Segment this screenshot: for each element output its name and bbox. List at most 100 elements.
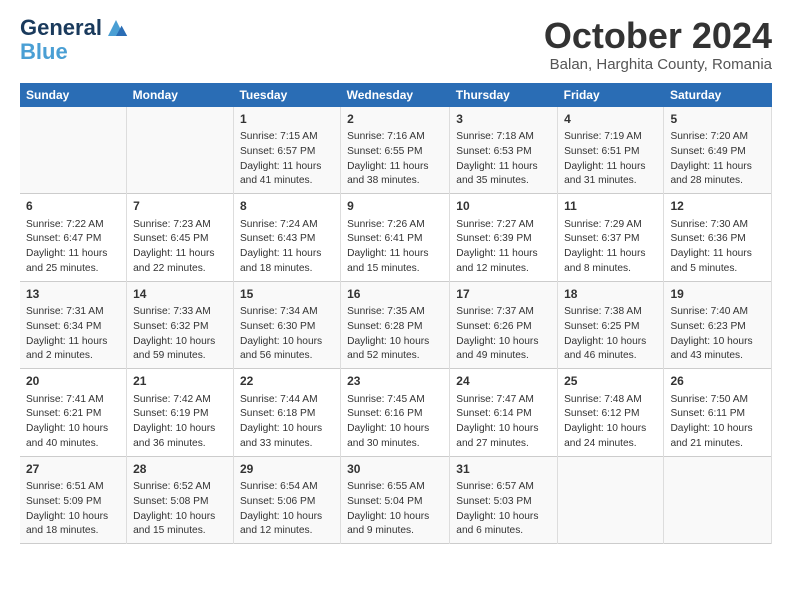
day-number: 1 xyxy=(240,111,334,128)
day-number: 8 xyxy=(240,198,334,215)
day-info: Sunset: 6:23 PM xyxy=(670,320,765,335)
day-info: Sunset: 6:11 PM xyxy=(670,407,765,422)
table-row: 28Sunrise: 6:52 AMSunset: 5:08 PMDayligh… xyxy=(127,456,234,544)
day-info: Sunrise: 7:40 AM xyxy=(670,305,765,320)
day-info: Sunset: 6:21 PM xyxy=(26,407,120,422)
day-info: Daylight: 11 hours and 18 minutes. xyxy=(240,247,334,277)
day-number: 13 xyxy=(26,286,120,303)
day-info: Sunset: 6:18 PM xyxy=(240,407,334,422)
day-info: Sunrise: 7:27 AM xyxy=(456,218,551,233)
day-info: Sunset: 5:03 PM xyxy=(456,495,551,510)
table-row: 13Sunrise: 7:31 AMSunset: 6:34 PMDayligh… xyxy=(20,281,127,369)
table-row: 1 Sunrise: 7:15 AMSunset: 6:57 PMDaylight… xyxy=(233,107,340,194)
day-info: Sunrise: 6:57 AM xyxy=(456,480,551,495)
week-row: 1Sunrise: 7:15 AMSunset: 6:57 PMDaylight… xyxy=(20,107,772,194)
day-info: Daylight: 11 hours and 38 minutes. xyxy=(347,160,443,190)
table-row: 21Sunrise: 7:42 AMSunset: 6:19 PMDayligh… xyxy=(127,369,234,457)
col-thursday: Thursday xyxy=(450,83,558,107)
table-row: 2Sunrise: 7:16 AMSunset: 6:55 PMDaylight… xyxy=(341,107,450,194)
table-row: 22Sunrise: 7:44 AMSunset: 6:18 PMDayligh… xyxy=(233,369,340,457)
day-info: Daylight: 10 hours and 46 minutes. xyxy=(564,335,657,365)
table-row: 12Sunrise: 7:30 AMSunset: 6:36 PMDayligh… xyxy=(664,194,772,282)
day-info: Daylight: 11 hours and 12 minutes. xyxy=(456,247,551,277)
table-row: 24Sunrise: 7:47 AMSunset: 6:14 PMDayligh… xyxy=(450,369,558,457)
table-row: 17Sunrise: 7:37 AMSunset: 6:26 PMDayligh… xyxy=(450,281,558,369)
table-row: 3Sunrise: 7:18 AMSunset: 6:53 PMDaylight… xyxy=(450,107,558,194)
day-info: Sunrise: 7:16 AM xyxy=(347,130,443,145)
day-info: Daylight: 10 hours and 33 minutes. xyxy=(240,422,334,452)
day-info: Sunset: 6:25 PM xyxy=(564,320,657,335)
day-info: Sunrise: 7:37 AM xyxy=(456,305,551,320)
day-info: Daylight: 10 hours and 9 minutes. xyxy=(347,510,443,540)
day-info: Sunset: 6:57 PM xyxy=(240,145,334,160)
logo-text-blue: Blue xyxy=(20,39,68,64)
day-number: 29 xyxy=(240,461,334,478)
day-info: Sunset: 6:19 PM xyxy=(133,407,227,422)
table-row: 14Sunrise: 7:33 AMSunset: 6:32 PMDayligh… xyxy=(127,281,234,369)
day-info: Sunset: 6:43 PM xyxy=(240,232,334,247)
day-info: Daylight: 11 hours and 2 minutes. xyxy=(26,335,120,365)
day-info: Sunset: 6:37 PM xyxy=(564,232,657,247)
day-info: Sunrise: 7:50 AM xyxy=(670,393,765,408)
table-row: 26Sunrise: 7:50 AMSunset: 6:11 PMDayligh… xyxy=(664,369,772,457)
day-info: Sunset: 6:28 PM xyxy=(347,320,443,335)
day-info: Daylight: 10 hours and 59 minutes. xyxy=(133,335,227,365)
day-info: Daylight: 10 hours and 40 minutes. xyxy=(26,422,120,452)
day-info: Sunrise: 7:24 AM xyxy=(240,218,334,233)
table-row: 29Sunrise: 6:54 AMSunset: 5:06 PMDayligh… xyxy=(233,456,340,544)
day-info: Daylight: 11 hours and 22 minutes. xyxy=(133,247,227,277)
day-info: Daylight: 10 hours and 36 minutes. xyxy=(133,422,227,452)
month-title: October 2024 xyxy=(544,16,772,56)
day-info: Sunset: 6:26 PM xyxy=(456,320,551,335)
page: General Blue October 2024 Balan, Harghit… xyxy=(0,0,792,554)
day-info: Daylight: 10 hours and 52 minutes. xyxy=(347,335,443,365)
day-info: Sunset: 6:39 PM xyxy=(456,232,551,247)
day-info: Sunrise: 7:33 AM xyxy=(133,305,227,320)
day-info: Sunset: 6:49 PM xyxy=(670,145,765,160)
day-number: 3 xyxy=(456,111,551,128)
day-info: Sunset: 6:45 PM xyxy=(133,232,227,247)
table-row: 30Sunrise: 6:55 AMSunset: 5:04 PMDayligh… xyxy=(341,456,450,544)
day-info: Daylight: 11 hours and 35 minutes. xyxy=(456,160,551,190)
day-info: Sunrise: 7:20 AM xyxy=(670,130,765,145)
day-info: Sunrise: 6:51 AM xyxy=(26,480,120,495)
week-row: 13Sunrise: 7:31 AMSunset: 6:34 PMDayligh… xyxy=(20,281,772,369)
day-info: Sunrise: 7:38 AM xyxy=(564,305,657,320)
day-info: Sunrise: 7:15 AM xyxy=(240,130,334,145)
col-tuesday: Tuesday xyxy=(233,83,340,107)
day-number: 18 xyxy=(564,286,657,303)
day-info: Daylight: 10 hours and 6 minutes. xyxy=(456,510,551,540)
table-row: 7Sunrise: 7:23 AMSunset: 6:45 PMDaylight… xyxy=(127,194,234,282)
day-info: Daylight: 10 hours and 18 minutes. xyxy=(26,510,120,540)
day-number: 14 xyxy=(133,286,227,303)
col-sunday: Sunday xyxy=(20,83,127,107)
day-info: Daylight: 10 hours and 49 minutes. xyxy=(456,335,551,365)
col-friday: Friday xyxy=(558,83,664,107)
day-info: Sunrise: 7:29 AM xyxy=(564,218,657,233)
day-info: Daylight: 11 hours and 28 minutes. xyxy=(670,160,765,190)
day-info: Sunset: 6:41 PM xyxy=(347,232,443,247)
table-row: 31Sunrise: 6:57 AMSunset: 5:03 PMDayligh… xyxy=(450,456,558,544)
table-row: 20Sunrise: 7:41 AMSunset: 6:21 PMDayligh… xyxy=(20,369,127,457)
day-info: Sunrise: 7:47 AM xyxy=(456,393,551,408)
col-saturday: Saturday xyxy=(664,83,772,107)
table-row xyxy=(127,107,234,194)
table-row: 5 Sunrise: 7:20 AMSunset: 6:49 PMDaylight… xyxy=(664,107,772,194)
day-info: Daylight: 11 hours and 15 minutes. xyxy=(347,247,443,277)
day-info: Daylight: 11 hours and 31 minutes. xyxy=(564,160,657,190)
day-number: 20 xyxy=(26,373,120,390)
day-info: Sunset: 5:08 PM xyxy=(133,495,227,510)
day-info: Sunset: 5:09 PM xyxy=(26,495,120,510)
table-row: 23Sunrise: 7:45 AMSunset: 6:16 PMDayligh… xyxy=(341,369,450,457)
day-info: Sunrise: 7:44 AM xyxy=(240,393,334,408)
week-row: 27Sunrise: 6:51 AMSunset: 5:09 PMDayligh… xyxy=(20,456,772,544)
day-info: Sunrise: 7:34 AM xyxy=(240,305,334,320)
logo: General Blue xyxy=(20,16,128,64)
day-info: Daylight: 11 hours and 25 minutes. xyxy=(26,247,120,277)
day-info: Sunrise: 7:42 AM xyxy=(133,393,227,408)
table-row: 8 Sunrise: 7:24 AMSunset: 6:43 PMDaylight… xyxy=(233,194,340,282)
day-number: 5 xyxy=(670,111,765,128)
day-number: 9 xyxy=(347,198,443,215)
day-info: Daylight: 11 hours and 41 minutes. xyxy=(240,160,334,190)
col-monday: Monday xyxy=(127,83,234,107)
